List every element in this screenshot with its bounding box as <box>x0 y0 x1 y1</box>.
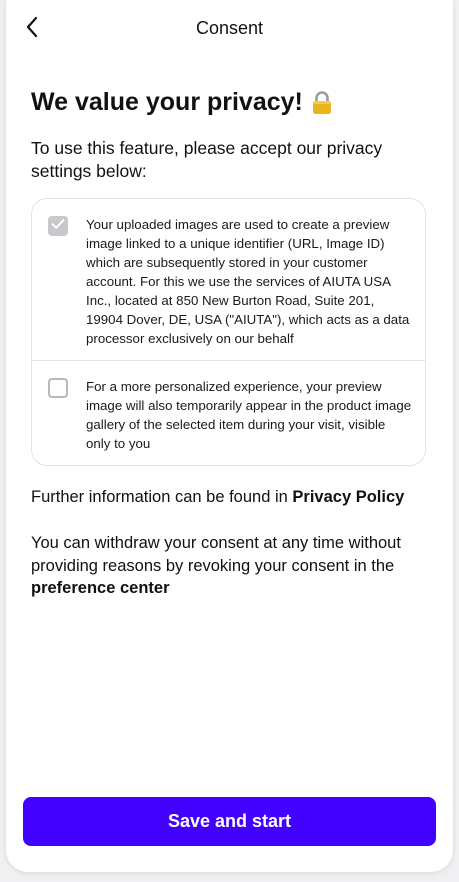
preference-center-link[interactable]: preference center <box>31 579 170 597</box>
consent-screen: Consent We value your privacy! To use th… <box>6 0 453 872</box>
consent-checkbox-optional[interactable] <box>48 378 68 398</box>
consent-text: Your uploaded images are used to create … <box>86 217 410 346</box>
consent-item-optional: For a more personalized experience, your… <box>32 361 425 465</box>
consent-text: For a more personalized experience, your… <box>86 379 412 451</box>
further-info: Further information can be found in Priv… <box>31 486 404 508</box>
nav-bar: Consent <box>6 0 453 58</box>
privacy-policy-link[interactable]: Privacy Policy <box>292 488 404 506</box>
intro-text: To use this feature, please accept our p… <box>31 138 383 181</box>
further-info-text: Further information can be found in <box>31 488 293 506</box>
nav-title: Consent <box>195 18 264 38</box>
consent-item-required: Your uploaded images are used to create … <box>32 199 425 361</box>
consent-card: Your uploaded images are used to create … <box>31 198 426 466</box>
consent-checkbox-required[interactable] <box>48 216 68 236</box>
withdraw-info-text: You can withdraw your consent at any tim… <box>31 534 401 575</box>
withdraw-info: You can withdraw your consent at any tim… <box>31 532 436 600</box>
checkmark-icon <box>51 217 65 235</box>
page-title-text: We value your privacy! <box>31 88 303 116</box>
save-and-start-button[interactable]: Save and start <box>23 797 436 846</box>
lock-icon <box>311 90 333 115</box>
page-title: We value your privacy! <box>31 88 333 117</box>
